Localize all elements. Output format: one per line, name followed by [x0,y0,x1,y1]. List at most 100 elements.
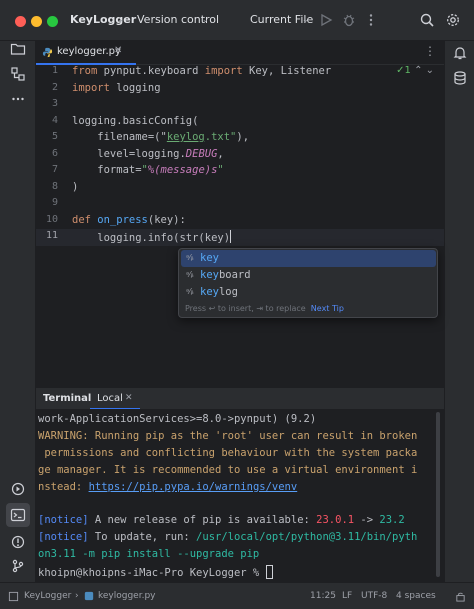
code-text: level=logging. [72,147,186,160]
line-number: 10 [45,213,58,225]
code-text: logging [109,81,161,94]
inspection-count: 1 [404,65,411,76]
folder-icon[interactable] [10,41,26,57]
gear-icon[interactable] [445,12,461,28]
update-command: /usr/local/opt/python@3.11/bin/pyth [196,531,418,543]
editor-tabs: keylogger.py ✕ ⋮ [36,41,444,65]
notice-tag: [notice] [38,514,89,526]
chevron-down-icon: ⌄ [202,15,209,24]
structure-icon[interactable] [10,66,26,82]
code-text: y) [217,232,231,244]
old-version: 23.0.1 [316,514,355,526]
tab-keylogger-py[interactable]: keylogger.py ✕ [36,41,136,65]
status-project[interactable]: KeyLogger [24,591,71,601]
line-number: 3 [51,98,58,109]
terminal-scrollbar[interactable] [436,412,440,577]
completion-text: keylog [200,286,238,298]
string-literal: " [217,164,224,176]
tab-label: keylogger.py [57,46,121,57]
line-number: 8 [51,180,58,192]
bell-icon[interactable] [452,45,468,61]
line-number: 7 [51,164,58,175]
more-icon[interactable] [10,91,26,107]
search-icon[interactable] [419,12,435,28]
indent-setting[interactable]: 4 spaces [396,591,436,601]
terminal-icon[interactable] [10,507,26,523]
completion-rest: log [218,286,238,298]
tab-local-label: Local [97,393,123,404]
code-line: from pynput.keyboard import Key, Listene… [72,65,331,77]
zoom-window-button[interactable] [47,16,58,27]
minimize-window-button[interactable] [31,16,42,27]
terminal-line: [notice] To update, run: /usr/local/opt/… [38,531,417,543]
terminal-link[interactable]: https://pip.pypa.io/warnings/venv [89,481,298,493]
square-icon [8,591,19,602]
code-line: format="%(message)s" [72,164,224,176]
bug-icon[interactable] [341,12,357,28]
format-placeholder: %(message)s [147,164,218,176]
code-text: (key): [147,213,186,226]
line-separator[interactable]: LF [342,591,352,601]
chevron-down-icon: ⌄ [302,15,309,24]
more-icon[interactable]: ⋮ [424,44,436,58]
line-number: 5 [51,131,58,142]
code-editor[interactable]: ✓1 ⌃ ⌄ 1 2 3 4 5 6 7 8 9 10 11 from pynp… [36,65,444,387]
terminal-text: To update, run: [88,531,197,543]
parameter-icon: ᵃ⁄ᵦ [186,287,194,296]
string-literal: keylog [166,131,205,143]
completion-match: key [200,252,219,264]
status-file[interactable]: keylogger.py [98,591,156,601]
code-text: , [217,147,224,160]
terminal-line: nstead: https://pip.pypa.io/warnings/ven… [38,481,297,493]
more-icon[interactable] [363,12,379,28]
database-icon[interactable] [452,70,468,86]
terminal-output[interactable]: work-ApplicationServices>=8.0->pynput) (… [36,409,444,582]
code-text: ), [236,131,250,143]
new-version: 23.2 [379,514,405,526]
completion-item[interactable]: ᵃ⁄ᵦ keyboard [181,267,436,284]
next-tip-link[interactable]: Next Tip [311,304,344,313]
line-number: 1 [51,65,58,76]
constant: DEBUG [185,147,218,160]
lock-icon[interactable] [455,591,466,602]
terminal-line: permissions and conflicting behaviour wi… [38,447,418,459]
terminal-text: -> [354,514,380,526]
problems-icon[interactable] [10,534,26,550]
title-bar: KeyLogger ⌄ Version control ⌄ Current Fi… [0,0,474,41]
close-tab-icon[interactable]: ✕ [114,45,122,56]
code-line: level=logging.DEBUG, [72,147,224,160]
text-caret [230,230,232,243]
python-console-icon[interactable] [10,481,26,497]
code-line: filename=("keylog.txt"), [72,131,249,143]
right-tool-window-bar [444,41,474,582]
keyword: from [72,65,98,77]
line-number: 6 [51,147,58,159]
keyword: import [204,65,243,77]
code-text: filename=(" [72,131,167,143]
hint-text: Press ↩ to insert, ⇥ to replace [185,304,306,313]
line-number: 9 [51,197,58,208]
completion-item[interactable]: ᵃ⁄ᵦ key [181,250,436,267]
git-icon[interactable] [10,558,26,574]
keyword: import [72,81,110,94]
tab-local[interactable]: Local ✕ [90,388,140,410]
file-encoding[interactable]: UTF-8 [361,591,387,601]
completion-popup: ᵃ⁄ᵦ key ᵃ⁄ᵦ keyboard ᵃ⁄ᵦ keylog Press ↩ … [178,248,438,318]
close-tab-icon[interactable]: ✕ [125,393,133,403]
string-literal: .txt" [204,131,237,143]
inspection-widget[interactable]: ✓1 ⌃ ⌄ [396,65,434,76]
completion-rest: board [218,269,251,281]
completion-item[interactable]: ᵃ⁄ᵦ keylog [181,284,436,301]
play-icon[interactable] [318,12,334,28]
close-window-button[interactable] [15,16,26,27]
line-number: 2 [51,81,58,93]
completion-hint: Press ↩ to insert, ⇥ to replace Next Tip [185,304,344,313]
completion-text: key [200,252,219,264]
project-name[interactable]: KeyLogger [70,13,136,26]
caret-position[interactable]: 11:25 [310,591,336,601]
code-line: ) [72,180,79,193]
function-name: on_press [90,213,148,226]
terminal-text: A new release of pip is available: [88,514,317,526]
parameter-icon: ᵃ⁄ᵦ [186,253,194,262]
code-line: logging.basicConfig( [72,114,199,127]
